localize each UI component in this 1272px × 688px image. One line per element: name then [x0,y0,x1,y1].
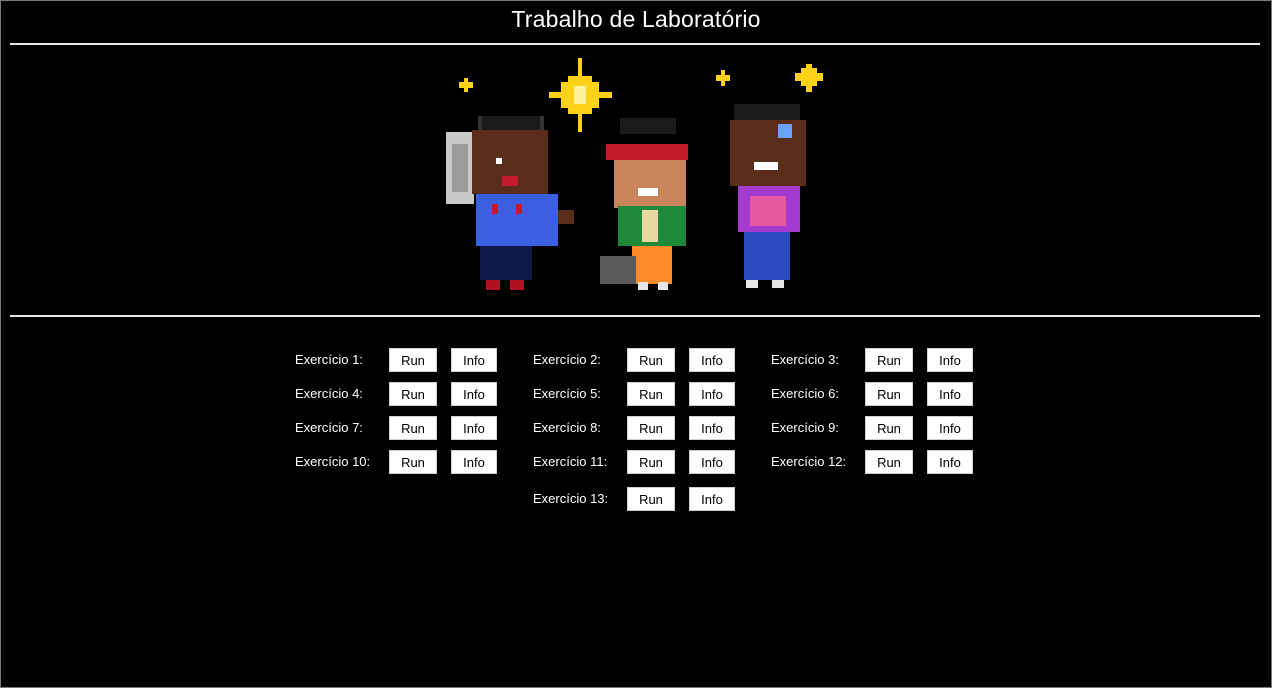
exercise-label: Exercício 9: [771,420,839,435]
exercise-label: Exercício 5: [533,386,601,401]
info-button[interactable]: Info [927,450,973,474]
info-button[interactable]: Info [689,416,735,440]
exercise-label: Exercício 1: [295,352,363,367]
run-button[interactable]: Run [627,382,675,406]
exercise-label: Exercício 6: [771,386,839,401]
run-button[interactable]: Run [389,450,437,474]
info-button[interactable]: Info [451,382,497,406]
run-button[interactable]: Run [865,450,913,474]
exercise-label: Exercício 13: [533,491,609,506]
run-button[interactable]: Run [627,416,675,440]
run-button[interactable]: Run [389,416,437,440]
info-button[interactable]: Info [689,382,735,406]
exercise-label: Exercício 11: [533,454,608,469]
info-button[interactable]: Info [927,416,973,440]
run-button[interactable]: Run [627,487,675,511]
run-button[interactable]: Run [865,416,913,440]
run-button[interactable]: Run [627,450,675,474]
exercise-label: Exercício 4: [295,386,363,401]
run-button[interactable]: Run [865,382,913,406]
info-button[interactable]: Info [689,450,735,474]
exercise-label: Exercício 10: [295,454,371,469]
info-button[interactable]: Info [451,450,497,474]
info-button[interactable]: Info [689,348,735,372]
exercise-label: Exercício 12: [771,454,847,469]
info-button[interactable]: Info [451,416,497,440]
exercise-label: Exercício 2: [533,352,601,367]
info-button[interactable]: Info [451,348,497,372]
info-button[interactable]: Info [927,348,973,372]
exercise-label: Exercício 7: [295,420,363,435]
run-button[interactable]: Run [627,348,675,372]
exercise-label: Exercício 3: [771,352,839,367]
exercise-label: Exercício 8: [533,420,601,435]
info-button[interactable]: Info [689,487,735,511]
run-button[interactable]: Run [865,348,913,372]
exercise-grid: Exercício 1: Run Info Exercício 2: Run I… [0,0,1272,688]
run-button[interactable]: Run [389,382,437,406]
run-button[interactable]: Run [389,348,437,372]
info-button[interactable]: Info [927,382,973,406]
